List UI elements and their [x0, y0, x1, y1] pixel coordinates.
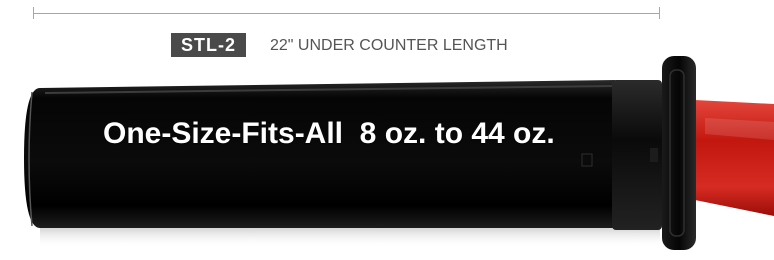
- tube-body: [24, 80, 615, 228]
- product-image-canvas: STL-2 22" UNDER COUNTER LENGTH One-Size-…: [0, 0, 774, 260]
- end-cap-tab: [650, 148, 658, 162]
- flange: [662, 56, 696, 250]
- red-cone: [695, 100, 774, 216]
- ground-shadow: [40, 228, 660, 248]
- product-headline: One-Size-Fits-All 8 oz. to 44 oz.: [103, 117, 555, 150]
